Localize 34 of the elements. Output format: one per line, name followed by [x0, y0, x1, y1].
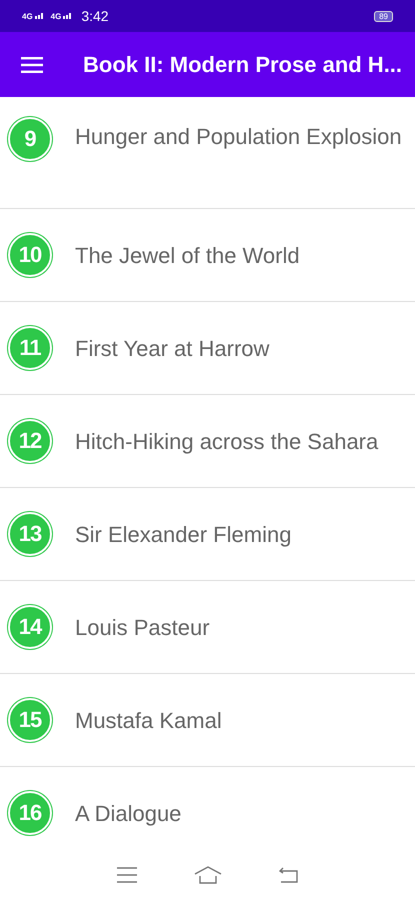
chapter-item[interactable]: 12 Hitch-Hiking across the Sahara — [0, 395, 415, 488]
clock: 3:42 — [81, 8, 109, 24]
home-icon[interactable] — [194, 866, 222, 884]
network-label: 4G — [50, 12, 62, 20]
chapter-item[interactable]: 15 Mustafa Kamal — [0, 674, 415, 767]
chapter-title: Mustafa Kamal — [75, 706, 222, 734]
chapter-number: 10 — [8, 233, 52, 277]
menu-icon[interactable] — [116, 867, 137, 883]
signal-icon — [63, 13, 74, 19]
chapter-item[interactable]: 9 Hunger and Population Explosion — [0, 97, 415, 209]
chapter-item[interactable]: 13 Sir Elexander Fleming — [0, 488, 415, 581]
chapter-number: 11 — [8, 326, 52, 370]
chapter-title: Hunger and Population Explosion — [75, 123, 402, 150]
chapter-title: A Dialogue — [75, 800, 182, 826]
network-label: 4G — [22, 12, 33, 20]
chapter-number: 13 — [8, 512, 52, 556]
chapter-number: 9 — [8, 117, 52, 161]
chapter-item[interactable]: 11 First Year at Harrow — [0, 302, 415, 395]
chapter-number: 15 — [8, 698, 52, 742]
battery-indicator: 89 — [374, 10, 393, 22]
chapter-title: Louis Pasteur — [75, 614, 210, 640]
chapter-title: Hitch-Hiking across the Sahara — [75, 428, 378, 454]
chapter-item[interactable]: 10 The Jewel of the World — [0, 209, 415, 302]
chapter-number: 16 — [8, 791, 52, 835]
back-icon[interactable] — [278, 867, 298, 883]
app-title: Book II: Modern Prose and H... — [83, 52, 402, 78]
menu-icon[interactable] — [21, 56, 43, 72]
chapter-title: First Year at Harrow — [75, 334, 270, 362]
signal-icon — [34, 13, 45, 19]
chapter-number: 12 — [8, 419, 52, 463]
chapter-title: Sir Elexander Fleming — [75, 520, 292, 548]
chapter-number: 14 — [8, 605, 52, 649]
chapter-title: The Jewel of the World — [75, 242, 300, 268]
chapter-item[interactable]: 14 Louis Pasteur — [0, 581, 415, 674]
